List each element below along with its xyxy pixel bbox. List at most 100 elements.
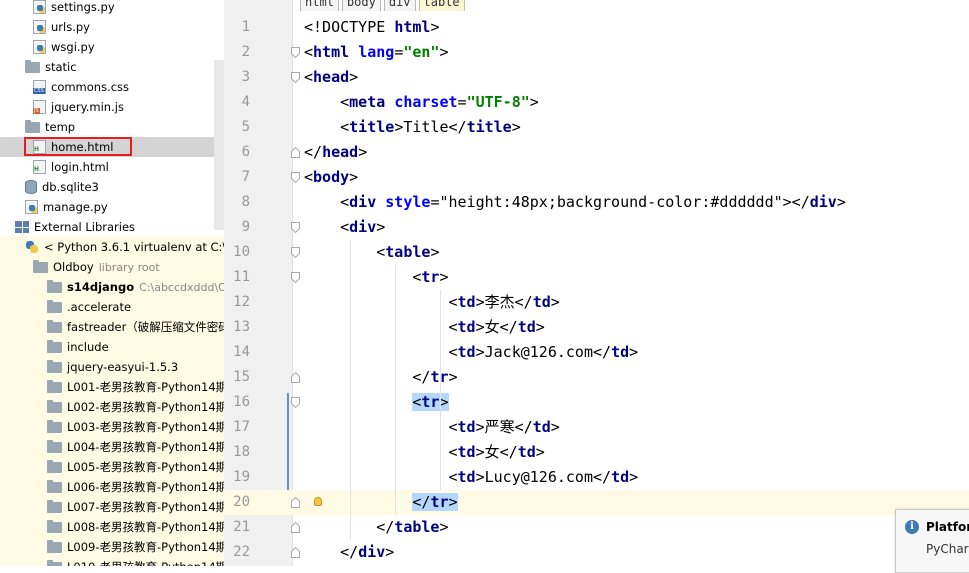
breadcrumb-item[interactable]: body [341, 0, 381, 11]
tree-item[interactable]: L006-老男孩教育-Python14期 [0, 477, 224, 497]
expand-arrow-icon[interactable] [12, 117, 22, 137]
code-line[interactable]: 19 <td>Lucy@126.com</td> [224, 465, 969, 490]
tree-item[interactable]: db.sqlite3 [0, 177, 224, 197]
fold-start-icon[interactable] [291, 172, 300, 183]
code-line[interactable]: 6 </head> [224, 140, 969, 165]
code-line[interactable]: 11 <tr> [224, 265, 969, 290]
code-line[interactable]: 9 <div> [224, 215, 969, 240]
code-line[interactable]: 12 <td>李杰</td> [224, 290, 969, 315]
breadcrumb-item[interactable]: table [418, 0, 465, 11]
collapse-arrow-icon[interactable] [34, 357, 44, 377]
collapse-arrow-icon[interactable] [34, 537, 44, 557]
code-line[interactable]: 5 <title>Title</title> [224, 115, 969, 140]
code-line[interactable]: 10 <table> [224, 240, 969, 265]
python-file-icon [33, 0, 46, 14]
tree-item[interactable]: urls.py [0, 17, 224, 37]
collapse-arrow-icon[interactable] [34, 377, 44, 397]
tree-item[interactable]: L005-老男孩教育-Python14期 [0, 457, 224, 477]
tree-item[interactable]: External Libraries [0, 217, 224, 237]
tree-item[interactable]: jquery-easyui-1.5.3 [0, 357, 224, 377]
tree-item[interactable]: Oldboy library root [0, 257, 224, 277]
tree-item[interactable]: login.html [0, 157, 224, 177]
code-line[interactable]: 13 <td>女</td> [224, 315, 969, 340]
info-icon: i [905, 520, 919, 534]
tree-item[interactable]: L009-老男孩教育-Python14期 [0, 537, 224, 557]
code-line[interactable]: 15 </tr> [224, 365, 969, 390]
indent-guide [395, 265, 396, 515]
collapse-arrow-icon[interactable] [34, 417, 44, 437]
code-line[interactable]: 17 <td>严寒</td> [224, 415, 969, 440]
fold-start-icon[interactable] [291, 47, 300, 58]
code-line[interactable]: 8 <div style="height:48px;background-col… [224, 190, 969, 215]
code-line[interactable]: 16 <tr> [224, 390, 969, 415]
code-line[interactable]: 18 <td>女</td> [224, 440, 969, 465]
tree-item[interactable]: L008-老男孩教育-Python14期 [0, 517, 224, 537]
collapse-arrow-icon[interactable] [34, 497, 44, 517]
collapse-arrow-icon[interactable] [34, 317, 44, 337]
code-text: <tr> [304, 268, 449, 286]
code-text: <td>女</td> [304, 318, 545, 336]
breadcrumb-item[interactable]: html [300, 0, 339, 11]
code-line[interactable]: 3 <head> [224, 65, 969, 90]
tree-item[interactable]: L002-老男孩教育-Python14期 [0, 397, 224, 417]
tree-item[interactable]: L007-老男孩教育-Python14期 [0, 497, 224, 517]
tree-item[interactable]: s14django C:\abccdxddd\Old [0, 277, 224, 297]
tree-item[interactable]: L004-老男孩教育-Python14期 [0, 437, 224, 457]
tree-item[interactable]: L001-老男孩教育-Python14期 [0, 377, 224, 397]
tree-item[interactable]: .accelerate [0, 297, 224, 317]
tree-item-label: include [67, 340, 109, 354]
code-line[interactable]: 22 </div> [224, 540, 969, 565]
code-line[interactable]: 1 <!DOCTYPE html> [224, 15, 969, 40]
tree-item[interactable]: jquery.min.js [0, 97, 224, 117]
code-line[interactable]: 14 <td>Jack@126.com</td> [224, 340, 969, 365]
fold-end-icon[interactable] [291, 522, 300, 533]
code-line[interactable]: 7 <body> [224, 165, 969, 190]
tree-item[interactable]: fastreader（破解压缩文件密码 [0, 317, 224, 337]
code-text: <html lang="en"> [304, 43, 449, 61]
fold-end-icon[interactable] [291, 372, 300, 383]
fold-start-icon[interactable] [291, 247, 300, 258]
tree-item[interactable]: manage.py [0, 197, 224, 217]
collapse-arrow-icon[interactable] [34, 397, 44, 417]
collapse-arrow-icon[interactable] [34, 437, 44, 457]
fold-start-icon[interactable] [291, 222, 300, 233]
expand-arrow-icon[interactable] [20, 257, 30, 277]
tree-item-label: commons.css [51, 80, 130, 94]
tree-item[interactable]: < Python 3.6.1 virtualenv at C:\abcccdx [0, 237, 224, 257]
collapse-arrow-icon[interactable] [34, 457, 44, 477]
expand-arrow-icon[interactable] [2, 217, 12, 237]
tree-item[interactable]: temp [0, 117, 224, 137]
fold-start-icon[interactable] [291, 272, 300, 283]
collapse-arrow-icon[interactable] [34, 557, 44, 566]
collapse-arrow-icon[interactable] [34, 277, 44, 297]
collapse-arrow-icon[interactable] [34, 517, 44, 537]
project-tree-scrollbar[interactable] [214, 60, 224, 230]
code-line[interactable]: 2 <html lang="en"> [224, 40, 969, 65]
fold-start-icon[interactable] [291, 72, 300, 83]
collapse-arrow-icon[interactable] [34, 337, 44, 357]
fold-start-icon[interactable] [291, 397, 300, 408]
code-editor[interactable]: html body div table 1 <!DOCTYPE html> 2 <html … [224, 0, 969, 566]
tree-item[interactable]: L010-老男孩教育-Python14期 [0, 557, 224, 566]
expand-arrow-icon[interactable] [12, 237, 22, 257]
tree-item[interactable]: settings.py [0, 0, 224, 17]
tree-item[interactable]: static [0, 57, 224, 77]
tree-item[interactable]: commons.css [0, 77, 224, 97]
code-line[interactable]: 20 </tr> [224, 490, 969, 515]
code-line[interactable]: 4 <meta charset="UTF-8"> [224, 90, 969, 115]
folder-icon [47, 519, 62, 533]
collapse-arrow-icon[interactable] [34, 477, 44, 497]
expand-arrow-icon[interactable] [12, 57, 22, 77]
breadcrumb-item[interactable]: div [383, 0, 416, 11]
tree-item[interactable]: L003-老男孩教育-Python14期 [0, 417, 224, 437]
fold-end-icon[interactable] [291, 497, 300, 508]
fold-end-icon[interactable] [291, 147, 300, 158]
tree-item[interactable]: include [0, 337, 224, 357]
code-line[interactable]: 21 </table> [224, 515, 969, 540]
fold-end-icon[interactable] [291, 547, 300, 558]
line-number: 5 [241, 119, 250, 135]
notification-balloon[interactable]: i Platform PyCharm [895, 509, 969, 573]
tree-item[interactable]: wsgi.py [0, 37, 224, 57]
